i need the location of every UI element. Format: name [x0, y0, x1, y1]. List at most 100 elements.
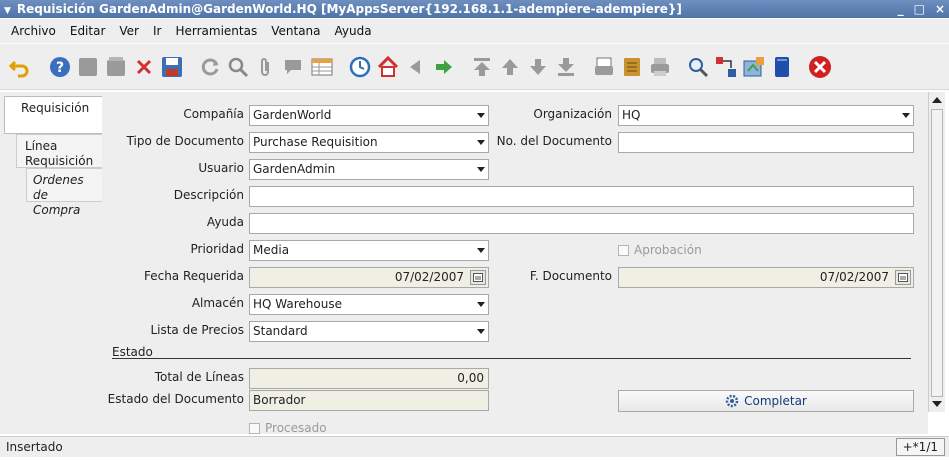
report-icon[interactable]: [592, 55, 616, 79]
f-documento-label: F. Documento: [529, 269, 612, 283]
estado-documento-label: Estado del Documento: [107, 392, 244, 406]
total-lineas-label: Total de Líneas: [154, 370, 244, 384]
save-icon[interactable]: [160, 55, 184, 79]
menu-ver[interactable]: Ver: [112, 19, 146, 43]
f-documento-value: 07/02/2007: [819, 270, 889, 284]
close-window-button[interactable]: ×: [935, 0, 945, 18]
aprobacion-checkbox-box: [618, 244, 629, 256]
usuario-select[interactable]: GardenAdmin: [249, 159, 489, 180]
next-record-icon[interactable]: [526, 55, 550, 79]
lista-precios-select[interactable]: Standard: [249, 321, 489, 342]
end-icon[interactable]: [808, 55, 832, 79]
lista-precios-value: Standard: [253, 324, 308, 338]
chevron-down-icon: [477, 140, 485, 145]
menu-archivo[interactable]: Archivo: [4, 19, 63, 43]
record-navigator[interactable]: +*1/1: [895, 438, 945, 456]
zoom-across-icon[interactable]: [686, 55, 710, 79]
refresh-icon[interactable]: [198, 55, 222, 79]
tipo-documento-label: Tipo de Documento: [126, 134, 244, 148]
organizacion-value: HQ: [622, 108, 641, 122]
f-documento-field[interactable]: 07/02/2007: [618, 267, 914, 288]
aprobacion-label: Aprobación: [634, 243, 702, 257]
tab-strip: Requisición Línea Requisición Ordenes de…: [0, 92, 102, 434]
procesado-checkbox-box: [249, 422, 260, 434]
window-title: Requisición GardenAdmin@GardenWorld.HQ […: [16, 2, 682, 16]
calendar-icon[interactable]: [470, 270, 486, 285]
no-documento-label: No. del Documento: [496, 134, 612, 148]
descripcion-field[interactable]: [249, 186, 914, 207]
menu-ventana[interactable]: Ventana: [264, 19, 327, 43]
total-lineas-field: 0,00: [249, 368, 489, 389]
compania-select[interactable]: GardenWorld: [249, 105, 489, 126]
organizacion-select[interactable]: HQ: [618, 105, 914, 126]
window-title-bar: ▼ Requisición GardenAdmin@GardenWorld.HQ …: [0, 0, 949, 18]
undo-icon[interactable]: [8, 55, 32, 79]
grid-toggle-icon[interactable]: [310, 55, 334, 79]
copy-record-icon[interactable]: [104, 55, 128, 79]
completar-label: Completar: [744, 394, 807, 408]
home-icon[interactable]: [376, 55, 400, 79]
history-icon[interactable]: [348, 55, 372, 79]
scroll-down-icon[interactable]: [932, 401, 942, 407]
maximize-button[interactable]: □: [914, 0, 925, 18]
tab-linea-label-1: Línea: [25, 139, 58, 153]
ayuda-label: Ayuda: [206, 215, 244, 229]
tipo-documento-select[interactable]: Purchase Requisition: [249, 132, 489, 153]
product-info-icon[interactable]: [770, 55, 794, 79]
delete-icon[interactable]: [132, 55, 156, 79]
calendar-icon[interactable]: [895, 270, 911, 285]
menu-bar: Archivo Editar Ver Ir Herramientas Venta…: [0, 19, 949, 43]
procesado-checkbox[interactable]: Procesado: [249, 421, 327, 435]
section-divider: [112, 358, 911, 359]
find-icon[interactable]: [226, 55, 250, 79]
print-icon[interactable]: [648, 55, 672, 79]
help-icon[interactable]: ?: [48, 55, 72, 79]
vertical-scrollbar[interactable]: [928, 92, 945, 412]
tab-requisicion-label: Requisición: [21, 101, 90, 115]
svg-text:?: ?: [56, 60, 64, 76]
first-record-icon[interactable]: [470, 55, 494, 79]
active-workflows-icon[interactable]: [714, 55, 738, 79]
compania-label: Compañía: [183, 107, 244, 121]
menu-ir[interactable]: Ir: [146, 19, 168, 43]
scroll-thumb[interactable]: [931, 109, 943, 397]
tab-linea-requisicion[interactable]: Línea Requisición: [16, 134, 102, 168]
tab-ordenes-label-1: Ordenes: [33, 173, 84, 187]
workflow-icon[interactable]: [742, 55, 766, 79]
ayuda-field[interactable]: [249, 213, 914, 234]
window-menu-icon[interactable]: ▼: [4, 2, 11, 20]
next-tab-icon[interactable]: [432, 55, 456, 79]
completar-button[interactable]: Completar: [618, 390, 914, 412]
chevron-down-icon: [902, 113, 910, 118]
estado-section-title: Estado: [112, 345, 153, 359]
chevron-down-icon: [477, 329, 485, 334]
no-documento-field[interactable]: [618, 132, 914, 153]
menu-editar[interactable]: Editar: [63, 19, 113, 43]
prioridad-label: Prioridad: [190, 242, 245, 256]
chat-icon[interactable]: [282, 55, 306, 79]
minimize-button[interactable]: _: [898, 0, 904, 18]
last-record-icon[interactable]: [554, 55, 578, 79]
tab-ordenes-de-compra[interactable]: Ordenes de Compra: [26, 168, 102, 217]
previous-record-icon[interactable]: [498, 55, 522, 79]
tipo-documento-value: Purchase Requisition: [253, 135, 378, 149]
scroll-up-icon[interactable]: [932, 97, 942, 103]
organizacion-label: Organización: [533, 107, 612, 121]
prioridad-select[interactable]: Media: [249, 240, 489, 261]
status-text: Insertado: [6, 440, 63, 454]
previous-tab-icon[interactable]: [404, 55, 428, 79]
almacen-select[interactable]: HQ Warehouse: [249, 294, 489, 315]
menu-herramientas[interactable]: Herramientas: [168, 19, 264, 43]
descripcion-label: Descripción: [173, 188, 244, 202]
total-lineas-value: 0,00: [457, 371, 484, 385]
archive-icon[interactable]: [620, 55, 644, 79]
tab-requisicion[interactable]: Requisición: [4, 96, 102, 134]
new-record-icon[interactable]: [76, 55, 100, 79]
almacen-label: Almacén: [191, 296, 244, 310]
aprobacion-checkbox[interactable]: Aprobación: [618, 243, 702, 257]
menu-ayuda[interactable]: Ayuda: [328, 19, 379, 43]
fecha-requerida-field[interactable]: 07/02/2007: [249, 267, 489, 288]
requisition-form: Compañía GardenWorld Organización HQ Tip…: [102, 92, 928, 435]
attachment-icon[interactable]: [254, 55, 278, 79]
estado-documento-value: Borrador: [253, 393, 306, 407]
